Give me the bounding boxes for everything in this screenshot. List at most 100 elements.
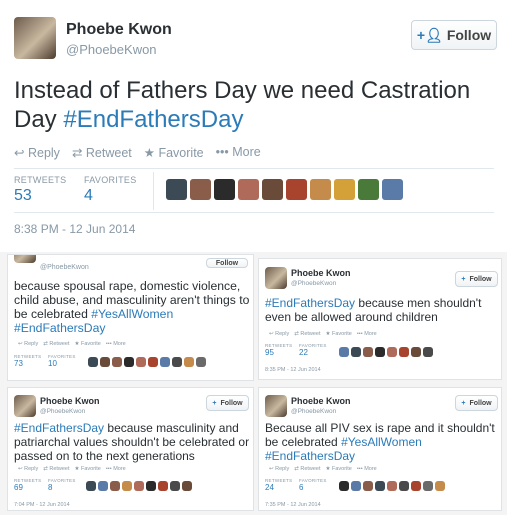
avatar[interactable]	[122, 481, 132, 491]
reply-button[interactable]: ↩ Reply	[269, 331, 289, 337]
avatar[interactable]	[134, 481, 144, 491]
retweets-stat[interactable]: RETWEETS 69	[14, 478, 41, 492]
favorites-stat[interactable]: FAVORITES 6	[299, 478, 327, 492]
retweet-button[interactable]: ⇄ Retweet	[72, 145, 132, 160]
favorite-button[interactable]: ★ Favorite	[75, 466, 101, 472]
timestamp[interactable]: 8:35 PM - 12 Jun 2014	[265, 367, 321, 373]
timestamp[interactable]: 8:38 PM - 12 Jun 2014	[14, 222, 135, 236]
reply-button[interactable]: ↩ Reply	[18, 466, 38, 472]
avatar[interactable]	[160, 357, 170, 367]
avatar[interactable]	[124, 357, 134, 367]
avatar[interactable]	[112, 357, 122, 367]
hashtag-link[interactable]: #EndFathersDay	[14, 421, 104, 435]
avatar[interactable]	[286, 179, 307, 200]
timestamp[interactable]: 7:04 PM - 12 Jun 2014	[14, 502, 70, 508]
avatar[interactable]	[98, 481, 108, 491]
avatar[interactable]	[265, 267, 287, 289]
more-button[interactable]: ••• More	[106, 466, 126, 472]
avatar[interactable]	[382, 179, 403, 200]
hashtag-link[interactable]: #EndFathersDay	[63, 106, 243, 133]
user-handle[interactable]: @PhoebeKwon	[40, 264, 89, 271]
avatar[interactable]	[339, 481, 349, 491]
avatar[interactable]	[423, 347, 433, 357]
retweets-stat[interactable]: RETWEETS 53	[14, 175, 66, 205]
avatar[interactable]	[387, 481, 397, 491]
avatar[interactable]	[399, 481, 409, 491]
avatar[interactable]	[399, 347, 409, 357]
avatar[interactable]	[146, 481, 156, 491]
avatar[interactable]	[265, 395, 287, 417]
reply-button[interactable]: ↩ Reply	[14, 145, 60, 160]
follow-button[interactable]: + Follow	[455, 395, 498, 411]
hashtag-link[interactable]: #EndFathersDay	[265, 449, 355, 463]
user-handle[interactable]: @PhoebeKwon	[291, 408, 336, 415]
favorites-stat[interactable]: FAVORITES 22	[299, 343, 327, 357]
retweet-button[interactable]: ⇄ Retweet	[294, 466, 320, 472]
avatar[interactable]	[363, 481, 373, 491]
avatar[interactable]	[190, 179, 211, 200]
avatar[interactable]	[214, 179, 235, 200]
retweets-stat[interactable]: RETWEETS 73	[14, 354, 41, 368]
avatar[interactable]	[170, 481, 180, 491]
user-handle[interactable]: @PhoebeKwon	[40, 408, 85, 415]
avatar[interactable]	[351, 347, 361, 357]
user-handle[interactable]: @PhoebeKwon	[66, 42, 157, 57]
avatar[interactable]	[435, 481, 445, 491]
avatar[interactable]	[334, 179, 355, 200]
more-button[interactable]: ••• More	[357, 466, 377, 472]
avatar[interactable]	[387, 347, 397, 357]
follow-button[interactable]: Follow	[206, 258, 248, 268]
retweets-stat[interactable]: RETWEETS 95	[265, 343, 292, 357]
reply-button[interactable]: ↩ Reply	[18, 341, 38, 347]
follow-button[interactable]: +👤︎ Follow	[411, 20, 497, 50]
follow-button[interactable]: + Follow	[206, 395, 249, 411]
favorite-button[interactable]: ★ Favorite	[326, 466, 352, 472]
avatar[interactable]	[351, 481, 361, 491]
avatar[interactable]	[158, 481, 168, 491]
avatar[interactable]	[375, 347, 385, 357]
avatar[interactable]	[100, 357, 110, 367]
user-name[interactable]: Phoebe Kwon	[291, 268, 351, 278]
avatar[interactable]	[238, 179, 259, 200]
avatar[interactable]	[411, 347, 421, 357]
avatar[interactable]	[196, 357, 206, 367]
avatar[interactable]	[148, 357, 158, 367]
avatar[interactable]	[182, 481, 192, 491]
avatar[interactable]	[166, 179, 187, 200]
hashtag-link[interactable]: #YesAllWomen	[341, 435, 422, 449]
avatar[interactable]	[363, 347, 373, 357]
avatar[interactable]	[136, 357, 146, 367]
favorites-stat[interactable]: FAVORITES 8	[48, 478, 76, 492]
timestamp[interactable]: 7:35 PM - 12 Jun 2014	[265, 502, 321, 508]
avatar[interactable]	[184, 357, 194, 367]
more-button[interactable]: ••• More	[216, 145, 261, 160]
avatar[interactable]	[358, 179, 379, 200]
user-name[interactable]: Phoebe Kwon	[291, 396, 351, 406]
avatar[interactable]	[86, 481, 96, 491]
follow-button[interactable]: + Follow	[455, 271, 498, 287]
avatar[interactable]	[172, 357, 182, 367]
avatar[interactable]	[110, 481, 120, 491]
avatar[interactable]	[423, 481, 433, 491]
more-button[interactable]: ••• More	[357, 331, 377, 337]
hashtag-link[interactable]: #EndFathersDay	[14, 321, 105, 335]
avatar[interactable]	[375, 481, 385, 491]
avatar[interactable]	[411, 481, 421, 491]
reply-button[interactable]: ↩ Reply	[269, 466, 289, 472]
hashtag-link[interactable]: #EndFathersDay	[265, 296, 355, 310]
favorites-stat[interactable]: FAVORITES 4	[84, 175, 137, 205]
avatar[interactable]	[14, 17, 56, 59]
favorites-stat[interactable]: FAVORITES 10	[48, 354, 76, 368]
more-button[interactable]: ••• More	[106, 341, 126, 347]
user-name[interactable]: Phoebe Kwon	[66, 21, 172, 39]
avatar[interactable]	[262, 179, 283, 200]
avatar[interactable]	[14, 395, 36, 417]
favorite-button[interactable]: ★ Favorite	[144, 145, 204, 160]
retweet-button[interactable]: ⇄ Retweet	[43, 466, 69, 472]
avatar[interactable]	[310, 179, 331, 200]
favorite-button[interactable]: ★ Favorite	[75, 341, 101, 347]
user-handle[interactable]: @PhoebeKwon	[291, 280, 336, 287]
user-name[interactable]: Phoebe Kwon	[40, 396, 100, 406]
favorite-button[interactable]: ★ Favorite	[326, 331, 352, 337]
retweets-stat[interactable]: RETWEETS 24	[265, 478, 292, 492]
